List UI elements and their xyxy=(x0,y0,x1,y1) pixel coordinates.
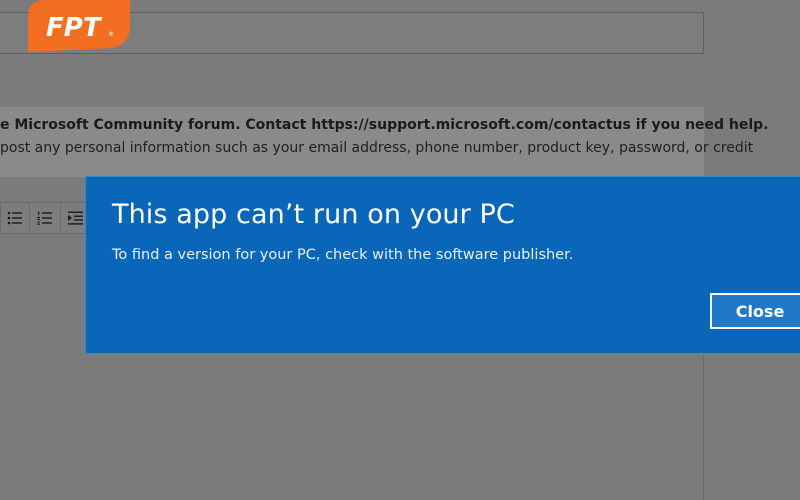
close-button[interactable]: Close xyxy=(710,293,800,329)
svg-text:FPT: FPT xyxy=(46,13,103,43)
notice-line-1: e Microsoft Community forum. Contact htt… xyxy=(0,117,769,133)
fpt-logo: FPT ® xyxy=(28,0,130,52)
bulleted-list-icon xyxy=(7,211,22,225)
error-dialog: This app can’t run on your PC To find a … xyxy=(85,176,800,354)
dialog-title: This app can’t run on your PC xyxy=(112,199,515,230)
editor-toolbar xyxy=(0,202,92,234)
dialog-message: To find a version for your PC, check wit… xyxy=(112,247,574,263)
numbered-list-button[interactable] xyxy=(30,202,61,234)
bulleted-list-button[interactable] xyxy=(0,202,30,234)
notice-line-2: post any personal information such as yo… xyxy=(0,140,754,156)
svg-text:®: ® xyxy=(108,31,114,38)
indent-icon xyxy=(68,211,83,225)
numbered-list-icon xyxy=(37,211,52,225)
